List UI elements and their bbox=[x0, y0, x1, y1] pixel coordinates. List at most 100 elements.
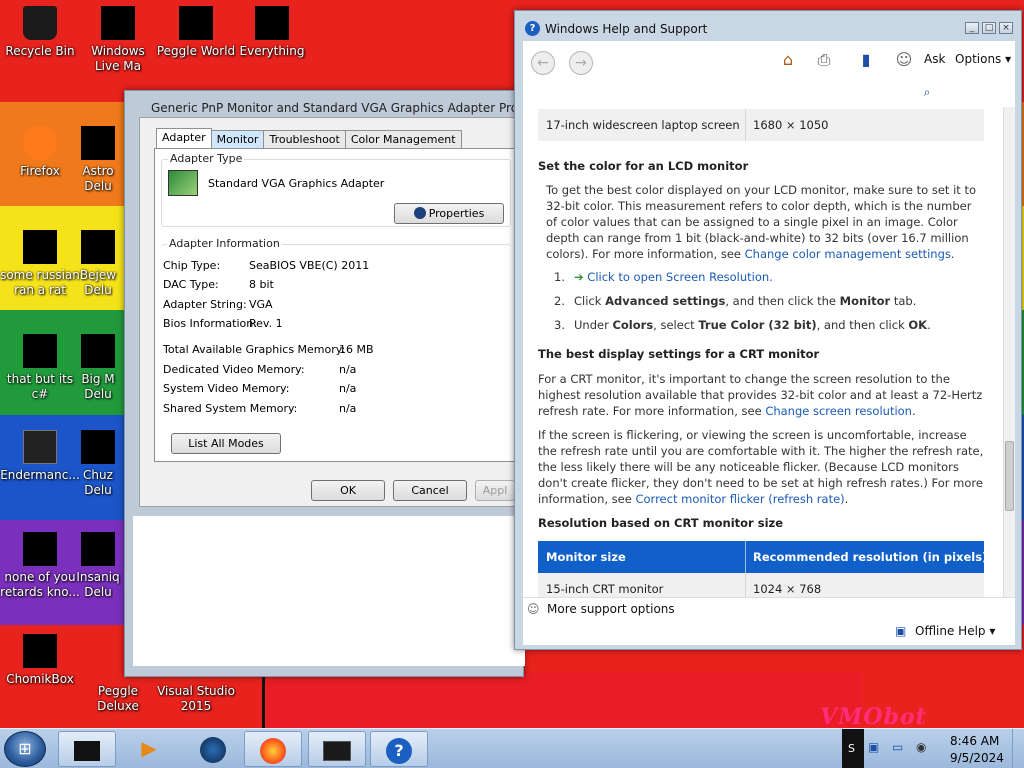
tab-troubleshoot[interactable]: Troubleshoot bbox=[263, 130, 346, 149]
shortcut-icon bbox=[23, 334, 57, 368]
tab-color-management[interactable]: Color Management bbox=[344, 130, 462, 149]
taskbar-item-firefox[interactable] bbox=[244, 731, 302, 767]
print-icon[interactable]: ⎙ bbox=[813, 49, 835, 71]
adapter-name: Standard VGA Graphics Adapter bbox=[208, 177, 385, 190]
desktop-wallpaper-shape bbox=[262, 672, 862, 728]
list-all-modes-button[interactable]: List All Modes bbox=[171, 433, 281, 454]
windows-live-icon bbox=[101, 6, 135, 40]
volume-icon[interactable]: ◉ bbox=[916, 740, 926, 754]
adapter-string-value: VGA bbox=[249, 298, 273, 311]
bejeweled-icon bbox=[81, 230, 115, 264]
graphics-card-icon bbox=[168, 170, 198, 196]
chuzzle-icon bbox=[81, 430, 115, 464]
display-properties-dialog: Generic PnP Monitor and Standard VGA Gra… bbox=[124, 90, 560, 677]
windows-logo-icon: ⊞ bbox=[18, 739, 32, 758]
wallpaper-watermark: VMObot bbox=[820, 704, 927, 728]
home-icon[interactable]: ⌂ bbox=[777, 49, 799, 71]
help-and-support-window: ? Windows Help and Support _ □ × ← → ⌂ ⎙… bbox=[514, 10, 1022, 650]
crt-heading: The best display settings for a CRT moni… bbox=[538, 347, 820, 361]
tab-adapter[interactable]: Adapter bbox=[156, 128, 212, 149]
adapter-type-group: Adapter Type Standard VGA Graphics Adapt… bbox=[161, 152, 511, 227]
monitor-tray-icon[interactable]: ▭ bbox=[892, 740, 903, 754]
color-management-link[interactable]: Change color management settings bbox=[745, 247, 951, 261]
tab-monitor[interactable]: Monitor bbox=[210, 130, 265, 149]
properties-button[interactable]: Properties bbox=[394, 203, 504, 224]
search-icon[interactable]: ⌕ bbox=[920, 85, 934, 99]
network-icon[interactable]: ▣ bbox=[868, 740, 879, 754]
black-app-icon bbox=[74, 740, 100, 761]
firefox-icon bbox=[260, 737, 286, 764]
lcd-paragraph: To get the best color displayed on your … bbox=[546, 183, 976, 261]
ask-people-icon[interactable]: ☺ bbox=[893, 49, 915, 71]
dialog-body: Adapter Monitor Troubleshoot Color Manageme… bbox=[139, 117, 526, 507]
table-row: 15-inch CRT monitor 1024 × 768 bbox=[538, 573, 984, 597]
firefox-icon bbox=[23, 126, 57, 160]
chip-type-value: SeaBIOS VBE(C) 2011 bbox=[249, 259, 370, 272]
astro-icon bbox=[81, 126, 115, 160]
ok-button[interactable]: OK bbox=[311, 480, 385, 501]
start-button[interactable]: ⊞ bbox=[4, 731, 46, 767]
clock-time[interactable]: 8:46 AM bbox=[950, 734, 999, 748]
desktop-icon-recycle-bin[interactable]: Recycle Bin bbox=[0, 6, 80, 59]
minimize-button[interactable]: _ bbox=[965, 22, 979, 34]
desktop-icon-astro[interactable]: Astro Delu bbox=[68, 126, 128, 194]
table-header: Monitor size Recommended resolution (in … bbox=[538, 541, 987, 573]
script-file-icon bbox=[23, 230, 57, 264]
content-scrollbar[interactable] bbox=[1003, 107, 1015, 597]
desktop-icon-insaniquarium[interactable]: Insaniq Delu bbox=[68, 532, 128, 600]
program-window-icon bbox=[23, 430, 57, 464]
desktop-icon-everything[interactable]: Everything bbox=[232, 6, 312, 59]
monitor-icon bbox=[323, 740, 351, 761]
correct-monitor-flicker-link[interactable]: Correct monitor flicker (refresh rate) bbox=[635, 492, 844, 506]
window-title: Windows Help and Support bbox=[545, 22, 708, 36]
taskbar-item-display-properties[interactable] bbox=[308, 731, 366, 767]
taskbar-item-globe[interactable] bbox=[184, 731, 242, 767]
shield-icon bbox=[413, 207, 426, 219]
tray-letter: S bbox=[848, 742, 855, 755]
forward-arrow-icon[interactable]: → bbox=[569, 51, 593, 75]
dedicated-memory-value: n/a bbox=[339, 363, 357, 376]
desktop-icon-chomikbox[interactable]: ChomikBox bbox=[0, 634, 80, 687]
tab-strip: Adapter Monitor Troubleshoot Color Manageme… bbox=[156, 128, 462, 149]
desktop-icon-big-money[interactable]: Big M Delu bbox=[68, 334, 128, 402]
media-file-icon bbox=[23, 532, 57, 566]
back-arrow-icon[interactable]: ← bbox=[531, 51, 555, 75]
clock-date[interactable]: 9/5/2024 bbox=[950, 751, 1004, 765]
everything-icon bbox=[255, 6, 289, 40]
taskbar-item-help[interactable]: ? bbox=[370, 731, 428, 767]
system-memory-value: n/a bbox=[339, 382, 357, 395]
desktop-icon-chuzzle[interactable]: Chuz Delu bbox=[68, 430, 128, 498]
desktop-icon-bejeweled[interactable]: Bejew Delu bbox=[68, 230, 128, 298]
peggle-world-icon bbox=[179, 6, 213, 40]
options-menu[interactable]: Options ▾ bbox=[955, 52, 1011, 66]
total-memory-value: 16 MB bbox=[339, 343, 374, 356]
close-button[interactable]: × bbox=[999, 22, 1013, 34]
taskbar-item-media[interactable] bbox=[58, 731, 116, 767]
scrollbar-thumb[interactable] bbox=[1005, 441, 1014, 511]
desktop-icon-peggle-world[interactable]: Peggle World bbox=[156, 6, 236, 59]
arrow-right-icon: ➔ bbox=[574, 270, 584, 284]
offline-help-menu[interactable]: Offline Help ▾ bbox=[915, 624, 995, 638]
browse-help-icon[interactable]: ▮ bbox=[855, 49, 877, 71]
insaniquarium-icon bbox=[81, 532, 115, 566]
open-screen-resolution-link[interactable]: Click to open Screen Resolution. bbox=[587, 270, 773, 284]
step-1: ➔ Click to open Screen Resolution. bbox=[574, 270, 984, 284]
globe-icon bbox=[200, 736, 226, 763]
show-desktop-button[interactable] bbox=[1012, 729, 1024, 768]
ask-button[interactable]: Ask bbox=[924, 52, 945, 66]
adapter-information-group: Adapter Information Chip Type: SeaBIOS V… bbox=[161, 237, 511, 424]
chevron-down-icon: ▾ bbox=[989, 624, 996, 638]
more-support-options-link[interactable]: More support options bbox=[547, 602, 675, 616]
crt-paragraph-1: For a CRT monitor, it's important to cha… bbox=[538, 372, 983, 418]
support-people-icon: ☺ bbox=[527, 602, 540, 616]
change-screen-resolution-link[interactable]: Change screen resolution bbox=[765, 404, 912, 418]
help-icon: ? bbox=[525, 21, 540, 36]
lcd-heading: Set the color for an LCD monitor bbox=[538, 159, 749, 173]
media-player-icon: ▶ bbox=[141, 736, 157, 760]
maximize-button[interactable]: □ bbox=[982, 22, 996, 34]
bios-information-value: Rev. 1 bbox=[249, 317, 283, 330]
desktop-icon-windows-live[interactable]: Windows Live Ma bbox=[78, 6, 158, 74]
taskbar-item-media-player[interactable]: ▶ bbox=[120, 731, 178, 767]
apply-button[interactable]: Appl bbox=[475, 480, 515, 501]
cancel-button[interactable]: Cancel bbox=[393, 480, 467, 501]
